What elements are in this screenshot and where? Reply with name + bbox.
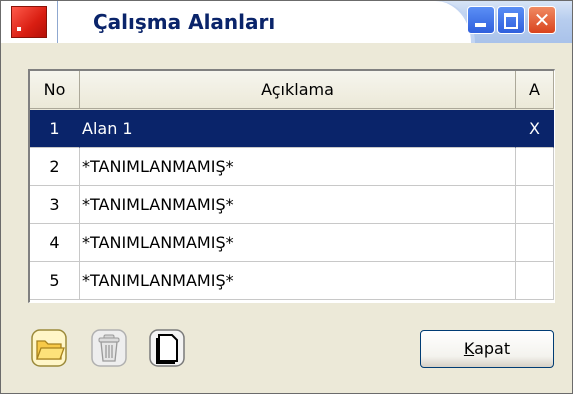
close-button[interactable]: Kapat xyxy=(420,330,554,368)
new-document-icon xyxy=(149,329,185,367)
row-active-flag: X xyxy=(516,110,554,148)
row-active-flag xyxy=(516,224,554,262)
row-description: *TANIMLANMAMIŞ* xyxy=(80,224,516,262)
row-description: *TANIMLANMAMIŞ* xyxy=(80,148,516,186)
workspaces-window: Çalışma Alanları ✕ No Açıklama A 1 Alan … xyxy=(0,0,573,394)
title-divider xyxy=(57,1,58,43)
workspaces-grid[interactable]: No Açıklama A 1 Alan 1 X 2 *TANIMLANMAMI… xyxy=(28,69,555,303)
table-row[interactable]: 1 Alan 1 X xyxy=(30,110,554,148)
column-header-a[interactable]: A xyxy=(516,71,554,109)
trash-icon xyxy=(91,329,127,367)
row-number: 4 xyxy=(30,224,80,262)
row-number: 2 xyxy=(30,148,80,186)
row-description: *TANIMLANMAMIŞ* xyxy=(80,186,516,224)
table-row[interactable]: 3 *TANIMLANMAMIŞ* xyxy=(30,186,554,224)
window-title: Çalışma Alanları xyxy=(93,10,276,34)
row-number: 1 xyxy=(30,110,80,148)
grid-body: 1 Alan 1 X 2 *TANIMLANMAMIŞ* 3 *TANIMLAN… xyxy=(30,110,554,302)
open-button[interactable] xyxy=(31,329,67,367)
close-window-button[interactable]: ✕ xyxy=(528,6,556,34)
column-header-description[interactable]: Açıklama xyxy=(80,71,516,109)
row-active-flag xyxy=(516,148,554,186)
row-number: 5 xyxy=(30,262,80,300)
table-row[interactable]: 4 *TANIMLANMAMIŞ* xyxy=(30,224,554,262)
close-button-label: apat xyxy=(474,339,511,358)
folder-open-icon xyxy=(31,329,67,367)
row-active-flag xyxy=(516,186,554,224)
table-row[interactable]: 2 *TANIMLANMAMIŞ* xyxy=(30,148,554,186)
title-bar[interactable]: Çalışma Alanları ✕ xyxy=(1,1,572,43)
column-header-no[interactable]: No xyxy=(30,71,80,109)
grid-header: No Açıklama A xyxy=(30,71,554,110)
close-button-mnemonic: K xyxy=(463,339,475,358)
row-number: 3 xyxy=(30,186,80,224)
minimize-button[interactable] xyxy=(467,6,495,34)
app-icon[interactable] xyxy=(11,6,47,38)
delete-button[interactable] xyxy=(91,329,127,367)
new-button[interactable] xyxy=(149,329,185,367)
maximize-button[interactable] xyxy=(497,6,525,34)
row-description: Alan 1 xyxy=(80,110,516,148)
row-description: *TANIMLANMAMIŞ* xyxy=(80,262,516,300)
row-active-flag xyxy=(516,262,554,300)
table-row[interactable]: 5 *TANIMLANMAMIŞ* xyxy=(30,262,554,300)
close-icon: ✕ xyxy=(533,8,551,32)
